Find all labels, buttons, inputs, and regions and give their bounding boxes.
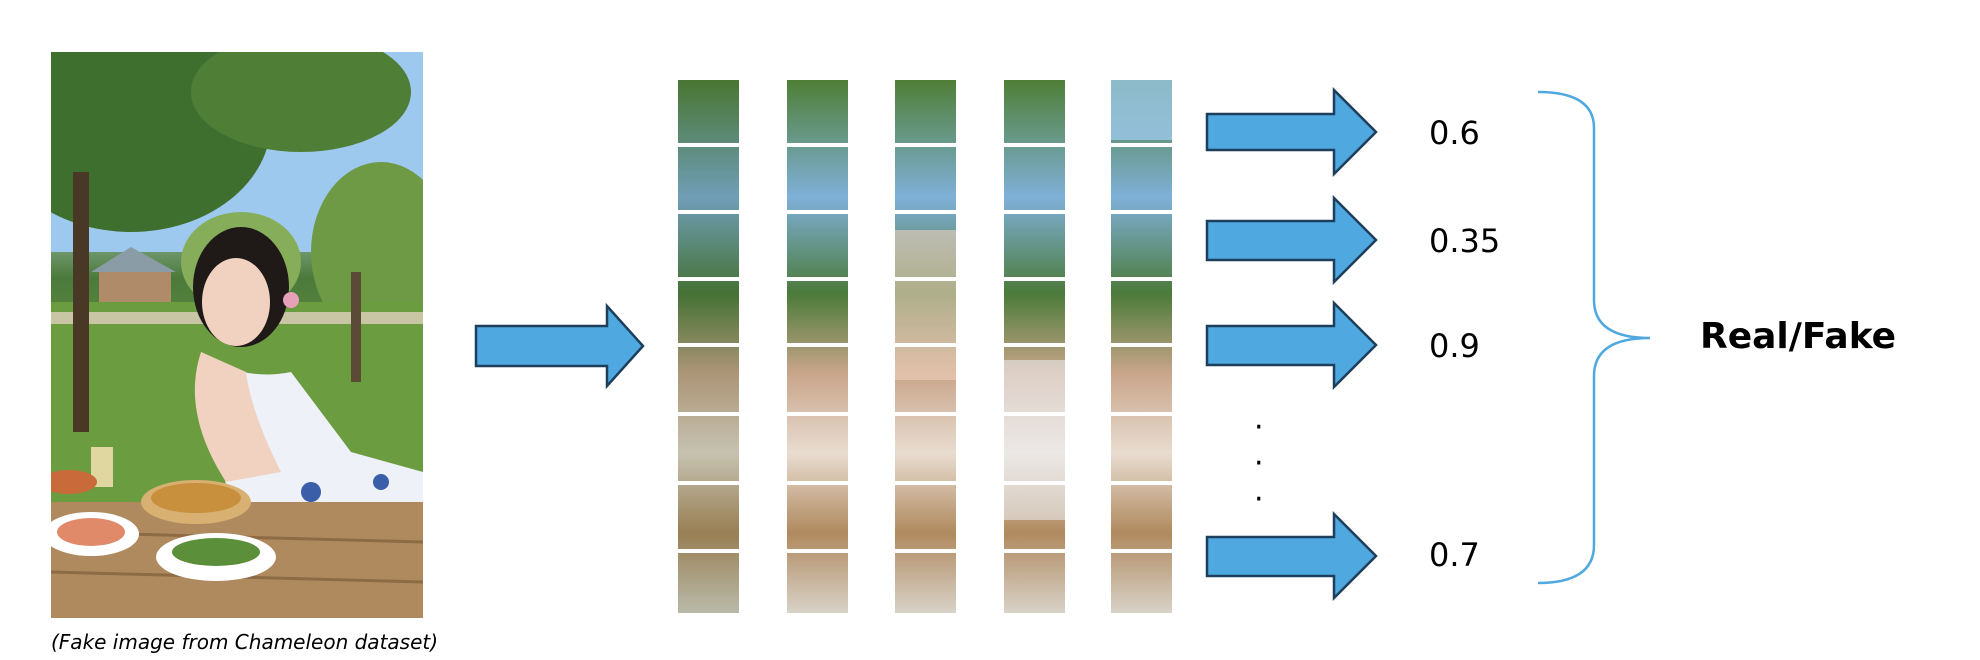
result-label: Real/Fake bbox=[1700, 316, 1897, 357]
patch-score-1: 0.6 bbox=[1429, 114, 1480, 152]
patch-score-2: 0.35 bbox=[1429, 222, 1501, 260]
score-arrow-3 bbox=[1205, 299, 1378, 391]
pipeline-diagram bbox=[474, 80, 1651, 613]
patch-score-3: 0.9 bbox=[1429, 327, 1480, 365]
ellipsis-dots: · · · bbox=[1254, 410, 1264, 518]
score-arrow-4 bbox=[1205, 510, 1378, 602]
patch-score-4: 0.7 bbox=[1429, 536, 1480, 574]
ellipsis-dot-3: · bbox=[1254, 482, 1264, 517]
ellipsis-dot-1: · bbox=[1254, 410, 1264, 445]
score-arrow-2 bbox=[1205, 194, 1378, 286]
ellipsis-dot-2: · bbox=[1254, 446, 1264, 481]
patch-grid bbox=[670, 80, 1182, 613]
aggregation-brace bbox=[1537, 90, 1651, 585]
split-arrow bbox=[474, 302, 645, 390]
score-arrow-1 bbox=[1205, 86, 1378, 178]
